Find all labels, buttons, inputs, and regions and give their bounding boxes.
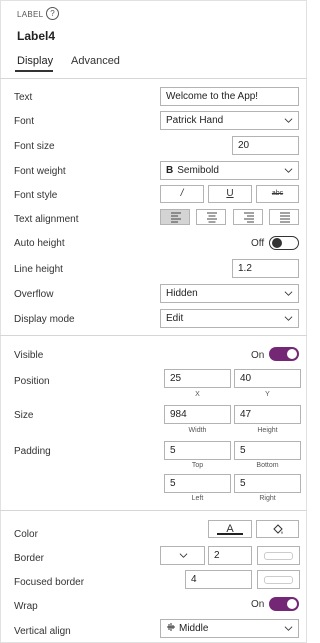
toggle-knob	[272, 238, 282, 248]
font-style-label: Font style	[14, 190, 58, 201]
align-left-button[interactable]	[160, 209, 190, 225]
chevron-down-icon	[284, 118, 293, 123]
align-left-icon	[171, 212, 181, 223]
display-mode-select[interactable]: Edit	[160, 309, 299, 328]
size-width-input[interactable]: 984	[164, 405, 231, 424]
padding-right-input[interactable]: 5	[234, 474, 301, 493]
text-alignment-label: Text alignment	[14, 214, 79, 225]
padding-bottom-input[interactable]: 5	[234, 441, 301, 460]
paint-bucket-icon	[272, 524, 283, 534]
padding-left-input[interactable]: 5	[164, 474, 231, 493]
height-caption: Height	[257, 427, 278, 434]
position-label: Position	[14, 376, 50, 387]
chevron-down-icon	[284, 316, 293, 321]
align-justify-icon	[280, 212, 290, 223]
position-x-input[interactable]: 25	[164, 369, 231, 388]
underline-button[interactable]: U	[208, 185, 252, 203]
wrap-state: On	[251, 599, 265, 610]
focused-border-label: Focused border	[14, 577, 85, 588]
vertical-align-select[interactable]: Middle	[160, 619, 299, 638]
border-label: Border	[14, 553, 45, 564]
align-justify-button[interactable]	[269, 209, 299, 225]
y-caption: Y	[265, 391, 270, 398]
focused-border-color-button[interactable]	[257, 570, 300, 589]
border-color-button[interactable]	[257, 546, 300, 565]
vertical-align-value: Middle	[179, 623, 209, 634]
overflow-label: Overflow	[14, 289, 54, 300]
fill-color-button[interactable]	[256, 520, 299, 538]
position-y-input[interactable]: 40	[234, 369, 301, 388]
visible-toggle[interactable]	[269, 347, 299, 361]
bottom-caption: Bottom	[256, 462, 279, 469]
font-value: Patrick Hand	[166, 115, 224, 126]
padding-top-input[interactable]: 5	[164, 441, 231, 460]
chevron-down-icon	[284, 626, 293, 631]
border-color-swatch	[264, 552, 293, 560]
x-caption: X	[195, 391, 200, 398]
auto-height-label: Auto height	[14, 238, 65, 249]
align-center-icon	[207, 212, 217, 223]
divider	[0, 335, 307, 336]
control-type-label: LABEL	[17, 10, 44, 19]
vertical-align-middle-icon	[167, 623, 175, 631]
font-size-label: Font size	[14, 141, 55, 152]
chevron-down-icon	[179, 553, 188, 558]
chevron-down-icon	[284, 291, 293, 296]
overflow-select[interactable]: Hidden	[160, 284, 299, 303]
font-weight-label: Font weight	[14, 166, 66, 177]
text-label: Text	[14, 92, 33, 103]
toggle-knob	[287, 349, 297, 359]
auto-height-state: Off	[251, 238, 265, 249]
width-caption: Width	[188, 427, 207, 434]
tab-display-underline	[15, 70, 53, 72]
border-style-select[interactable]	[160, 546, 205, 565]
line-height-input[interactable]: 1.2	[232, 259, 299, 278]
text-color-swatch	[217, 533, 243, 535]
overflow-value: Hidden	[166, 288, 198, 299]
font-weight-select[interactable]: B Semibold	[160, 161, 299, 180]
font-weight-value: Semibold	[177, 165, 219, 176]
visible-state: On	[251, 350, 265, 361]
auto-height-toggle[interactable]	[269, 236, 299, 250]
toggle-knob	[287, 599, 297, 609]
align-right-button[interactable]	[233, 209, 263, 225]
chevron-down-icon	[284, 168, 293, 173]
size-label: Size	[14, 410, 34, 421]
wrap-toggle[interactable]	[269, 597, 299, 611]
text-alignment-group	[160, 209, 299, 225]
visible-label: Visible	[14, 350, 44, 361]
right-caption: Right	[259, 495, 276, 502]
vertical-align-label: Vertical align	[14, 626, 71, 637]
focused-border-color-swatch	[264, 576, 293, 584]
display-mode-label: Display mode	[14, 314, 75, 325]
text-color-button[interactable]: A	[208, 520, 252, 538]
tab-advanced[interactable]: Advanced	[71, 55, 120, 67]
italic-button[interactable]: /	[160, 185, 204, 203]
line-height-label: Line height	[14, 264, 63, 275]
display-mode-value: Edit	[166, 313, 184, 324]
align-center-button[interactable]	[196, 209, 226, 225]
control-name: Label4	[17, 29, 56, 43]
help-icon[interactable]: ?	[46, 7, 59, 20]
tab-display[interactable]: Display	[17, 55, 53, 67]
padding-label: Padding	[14, 446, 51, 457]
bold-icon: B	[166, 165, 174, 176]
size-height-input[interactable]: 47	[234, 405, 301, 424]
top-caption: Top	[191, 462, 204, 469]
strikethrough-button[interactable]: abc	[256, 185, 299, 203]
font-size-input[interactable]: 20	[232, 136, 299, 155]
border-thickness-input[interactable]: 2	[208, 546, 252, 565]
align-right-icon	[244, 212, 254, 223]
divider	[0, 510, 307, 511]
font-select[interactable]: Patrick Hand	[160, 111, 299, 130]
color-label: Color	[14, 529, 38, 540]
divider	[0, 78, 307, 79]
font-label: Font	[14, 116, 35, 127]
focused-border-thickness-input[interactable]: 4	[185, 570, 252, 589]
wrap-label: Wrap	[14, 601, 38, 612]
text-input[interactable]: Welcome to the App!	[160, 87, 299, 106]
left-caption: Left	[191, 495, 204, 502]
